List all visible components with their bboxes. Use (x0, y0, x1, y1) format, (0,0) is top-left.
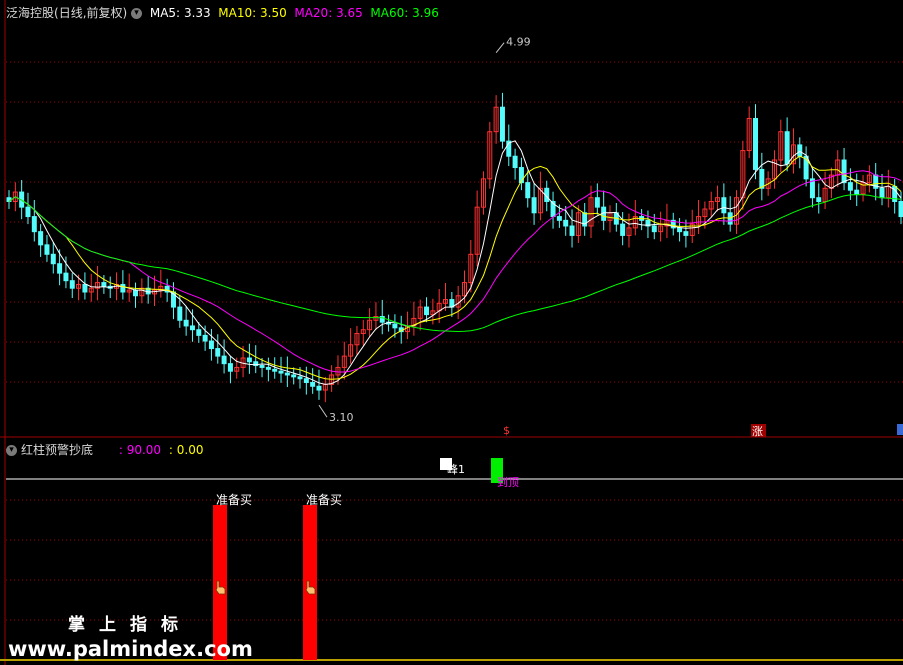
candle-body (278, 370, 284, 374)
ma5-label: MA5: (149, 6, 181, 20)
candle-body (784, 131, 790, 165)
candle-body (284, 372, 290, 376)
candle-body (44, 244, 50, 255)
candle-body (297, 376, 303, 380)
ma-line-ma5 (8, 140, 902, 385)
candle-body (531, 197, 537, 214)
indicator-toggle-icon[interactable]: ▾ (6, 445, 17, 456)
candle-body (246, 357, 252, 363)
chart-canvas: 4.99 3.10 $ 涨峰1 到顶准备买 准备买 (0, 0, 903, 665)
candle-body (221, 355, 227, 365)
candle-body (816, 197, 822, 202)
candle-body (563, 219, 569, 227)
indicator-value-1: : 90.00 (118, 443, 162, 457)
candle-body (63, 272, 69, 282)
ma60-label: MA60: (370, 6, 409, 20)
signal-label: 准备买 (306, 493, 342, 507)
candle-body (101, 282, 107, 287)
candle-body (392, 323, 398, 329)
high-price-label: 4.99 (506, 36, 531, 49)
candle-body (272, 368, 278, 372)
candle-body (196, 329, 202, 336)
candle-body (847, 182, 853, 191)
event-marker-dollar[interactable]: $ (503, 424, 510, 437)
indicator-name[interactable]: 红柱预警抄底 (21, 443, 93, 457)
candle-body (677, 227, 683, 233)
candle-body (556, 216, 562, 221)
period-label: (日线,前复权) (54, 6, 128, 20)
low-price-label: 3.10 (329, 411, 354, 424)
candle-body (69, 280, 75, 289)
signal-bar[interactable] (303, 505, 317, 660)
peak-label: 峰1 (447, 463, 465, 476)
indicator-value-2: : 0.00 (168, 443, 204, 457)
candle-body (721, 197, 727, 214)
candle-body (525, 182, 531, 199)
candle-body (82, 283, 88, 293)
candle-body (50, 253, 56, 265)
candle-body (265, 366, 271, 370)
candle-body (303, 378, 309, 384)
candle-body (499, 106, 505, 142)
candle-body (227, 363, 233, 372)
candle-body (879, 187, 885, 199)
indicator-panel-header: ▾ 红柱预警抄底 : 90.00 : 0.00 (6, 441, 203, 458)
candle-body (57, 263, 63, 274)
watermark-url[interactable]: www.palmindex.com (8, 637, 253, 661)
candle-body (310, 382, 316, 387)
signal-label: 准备买 (216, 493, 252, 507)
candle-body (177, 306, 183, 321)
candle-body (797, 144, 803, 157)
watermark-cn: 掌上指标 (68, 615, 192, 635)
main-panel-header: 泛海控股(日线,前复权) ▾ MA5: 3.33 MA10: 3.50 MA20… (6, 4, 439, 21)
candle-body (594, 197, 600, 208)
ma20-value: 3.65 (336, 6, 363, 20)
candle-body (259, 365, 265, 368)
candle-body (424, 306, 430, 316)
candle-body (38, 231, 44, 246)
candle-body (512, 155, 518, 169)
candle-body (569, 225, 575, 236)
low-marker-line (318, 404, 328, 418)
chart-stage: 4.99 3.10 $ 涨峰1 到顶准备买 准备买 泛海控股(日线,前复权) ▾ MA5:… (0, 0, 903, 665)
candle-body (208, 340, 214, 350)
event-marker-edge (897, 424, 903, 435)
candle-body (841, 159, 847, 184)
candle-body (752, 118, 758, 170)
candle-body (215, 348, 221, 357)
candle-body (120, 283, 126, 293)
ma10-label: MA10: (218, 6, 257, 20)
period-toggle-icon[interactable]: ▾ (131, 8, 143, 19)
candle-body (316, 385, 322, 391)
candle-body (202, 334, 208, 342)
candle-body (759, 168, 765, 189)
ma10-value: 3.50 (260, 6, 287, 20)
candle-body (683, 231, 689, 236)
top-label: 到顶 (497, 476, 519, 489)
candle-body (183, 319, 189, 327)
candle-body (620, 223, 626, 236)
candle-body (25, 206, 31, 218)
ma20-label: MA20: (294, 6, 333, 20)
candle-body (189, 325, 195, 331)
ma60-value: 3.96 (412, 6, 439, 20)
event-marker-zhang[interactable]: 涨 (752, 425, 763, 438)
candle-body (291, 374, 297, 378)
ma-line-ma60 (8, 194, 902, 333)
ma5-value: 3.33 (183, 6, 211, 20)
ma-line-ma10 (8, 155, 902, 380)
candle-body (854, 189, 860, 195)
watermark: 掌上指标 www.palmindex.com (8, 610, 253, 661)
stock-name[interactable]: 泛海控股 (6, 6, 54, 20)
candle-body (651, 225, 657, 233)
candle-body (898, 200, 903, 218)
candle-body (31, 216, 37, 233)
candle-body (133, 289, 139, 297)
high-marker-line (495, 42, 505, 54)
